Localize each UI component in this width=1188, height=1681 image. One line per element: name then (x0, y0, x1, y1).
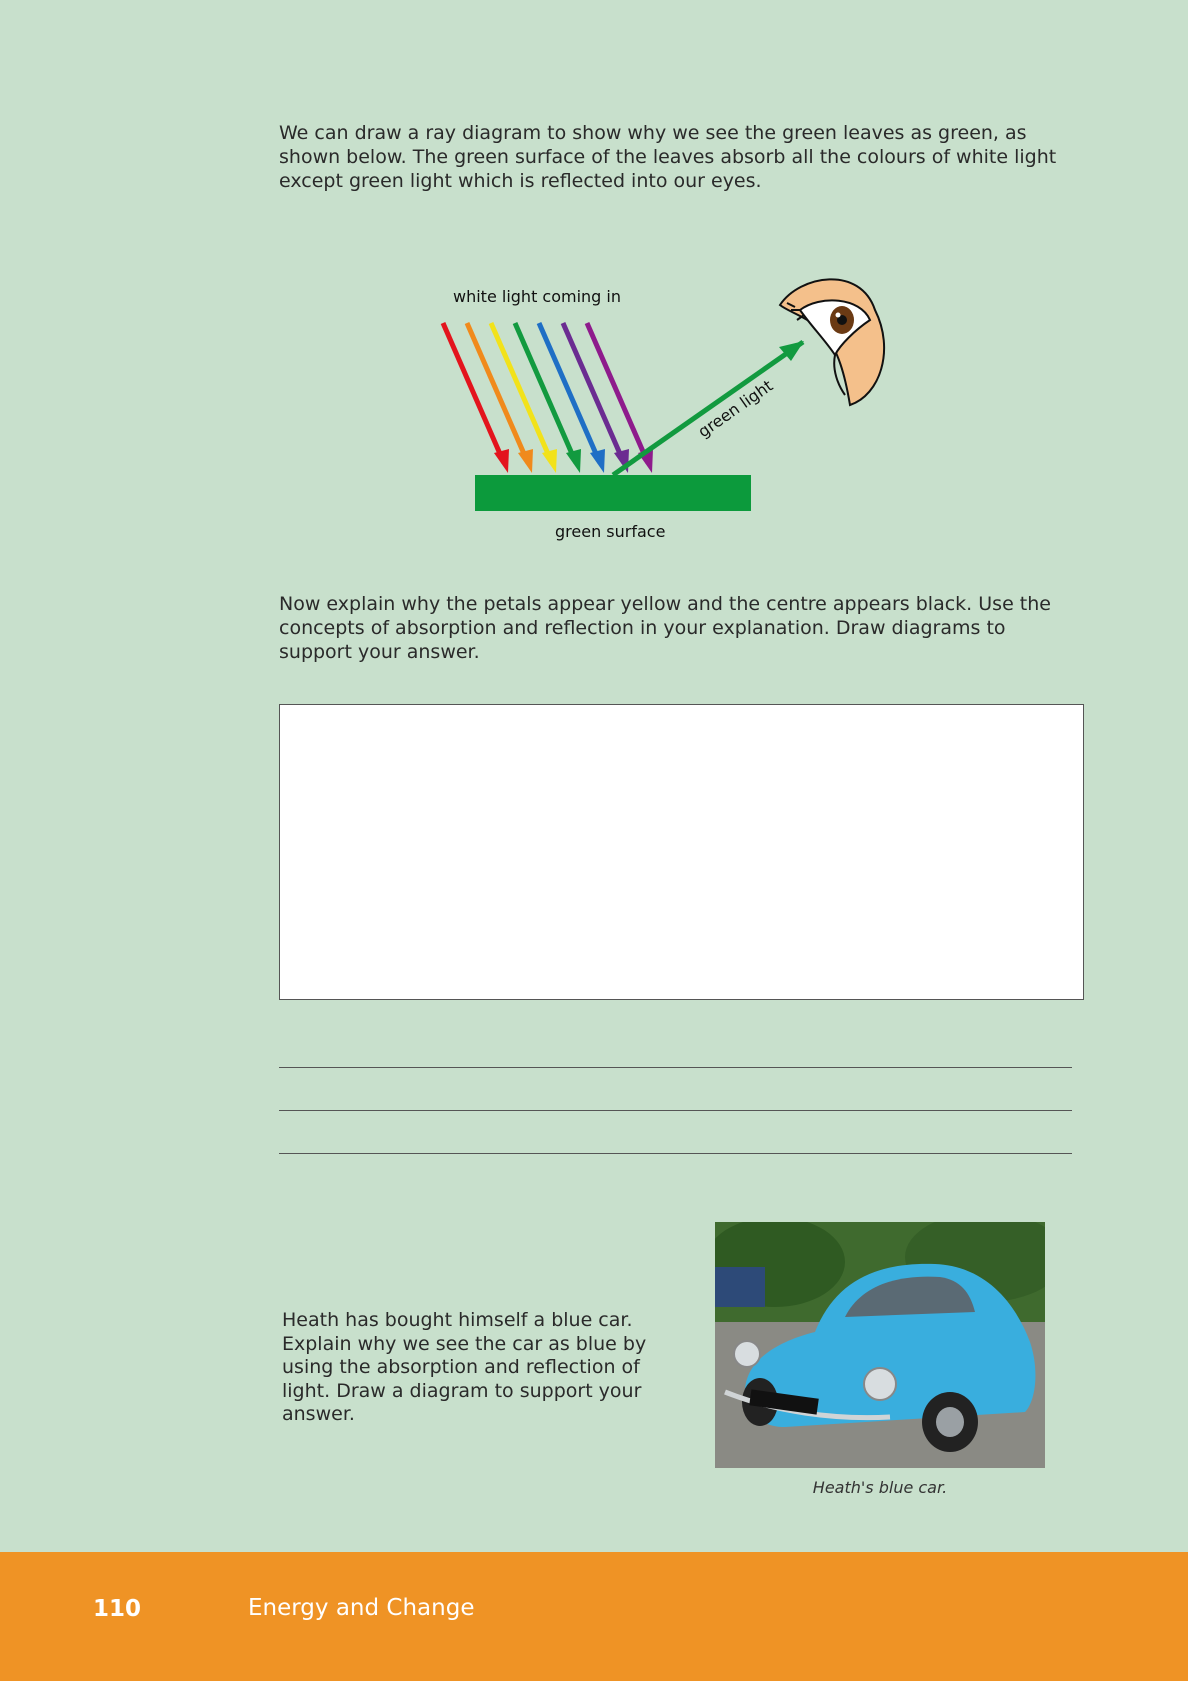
blue-car-photo (715, 1222, 1045, 1468)
reflected-green-ray (611, 339, 805, 478)
incoming-ray-arrowhead (542, 449, 557, 473)
incoming-ray-arrowhead (494, 449, 509, 473)
page-footer: 110 Energy and Change (0, 1552, 1188, 1681)
incoming-ray-arrowhead (590, 449, 605, 473)
incoming-rays (440, 322, 653, 473)
incoming-ray-arrowhead (566, 449, 581, 473)
incoming-light-label: white light coming in (453, 287, 621, 306)
intro-paragraph: We can draw a ray diagram to show why we… (279, 122, 1057, 192)
footer-title: Energy and Change (248, 1595, 475, 1621)
drawing-answer-box[interactable] (279, 704, 1084, 1000)
answer-line[interactable] (279, 1110, 1072, 1111)
ray-diagram: white light coming in green light green … (440, 278, 886, 541)
question-paragraph: Now explain why the petals appear yellow… (279, 593, 1051, 663)
incoming-ray-arrowhead (518, 449, 533, 473)
answer-line[interactable] (279, 1067, 1072, 1068)
car-question-text: Heath has bought himself a blue car. Exp… (282, 1309, 647, 1425)
eye-icon (778, 278, 886, 407)
green-surface (475, 475, 751, 511)
answer-line[interactable] (279, 1153, 1072, 1154)
surface-label: green surface (555, 522, 665, 541)
car-photo-caption: Heath's blue car. (812, 1478, 948, 1497)
page-number: 110 (93, 1596, 142, 1622)
